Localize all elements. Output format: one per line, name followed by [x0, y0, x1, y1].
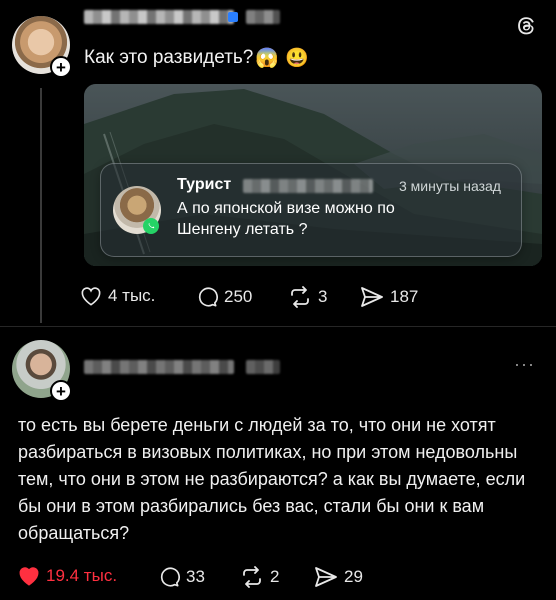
- thread-line: [40, 88, 42, 323]
- comment-button[interactable]: 250: [196, 286, 252, 308]
- repost-count: 3: [318, 287, 328, 306]
- comment-count: 250: [224, 287, 253, 306]
- share-count: 29: [344, 567, 363, 586]
- post-text: Как это развидеть? 😱 😃: [84, 46, 309, 70]
- send-icon: [315, 567, 337, 587]
- repost-icon: [243, 566, 261, 588]
- author-suffix-redacted: [243, 179, 373, 193]
- like-count: 19.4 тыс.: [46, 566, 118, 585]
- comment-icon: [160, 567, 180, 587]
- repost-icon: [291, 286, 309, 308]
- share-button[interactable]: 187: [360, 286, 418, 308]
- smile-emoji-icon: 😃: [285, 48, 309, 69]
- like-count: 4 тыс.: [108, 286, 156, 305]
- share-count: 187: [390, 287, 419, 306]
- username-redacted: [84, 360, 234, 374]
- share-button[interactable]: 29: [314, 566, 363, 588]
- comment-count: 33: [186, 567, 205, 586]
- shocked-emoji-icon: 😱: [255, 48, 280, 69]
- repost-button[interactable]: 2: [240, 566, 279, 588]
- whatsapp-icon: [143, 218, 159, 234]
- threads-icon[interactable]: [514, 14, 538, 38]
- repost-button[interactable]: 3: [288, 286, 327, 308]
- divider: [0, 326, 556, 327]
- heart-icon: [81, 287, 101, 306]
- post-text: то есть вы берете деньги с людей за то, …: [18, 415, 526, 543]
- send-icon: [361, 287, 383, 307]
- verified-mark: [228, 12, 238, 22]
- comment-author: Турист: [177, 176, 232, 193]
- repost-count: 2: [270, 567, 280, 586]
- timestamp-redacted: [246, 360, 280, 374]
- comment-message: А по японской визе можно по Шенгену лета…: [177, 200, 395, 238]
- heart-filled-icon: [19, 567, 39, 586]
- follow-plus-icon[interactable]: +: [50, 56, 72, 78]
- more-options-icon[interactable]: ···: [514, 354, 535, 375]
- embedded-image[interactable]: Турист 3 минуты назад А по японской визе…: [84, 84, 542, 266]
- username-redacted: [84, 10, 234, 24]
- like-button[interactable]: 4 тыс.: [80, 286, 155, 306]
- embedded-comment: Турист 3 минуты назад А по японской визе…: [100, 163, 522, 257]
- comment-icon: [198, 287, 218, 307]
- post-text-label: Как это развидеть?: [84, 47, 254, 68]
- comment-time: 3 минуты назад: [399, 178, 501, 194]
- follow-plus-icon[interactable]: +: [50, 380, 72, 402]
- like-button[interactable]: 19.4 тыс.: [18, 566, 117, 586]
- comment-button[interactable]: 33: [158, 566, 205, 588]
- timestamp-redacted: [246, 10, 280, 24]
